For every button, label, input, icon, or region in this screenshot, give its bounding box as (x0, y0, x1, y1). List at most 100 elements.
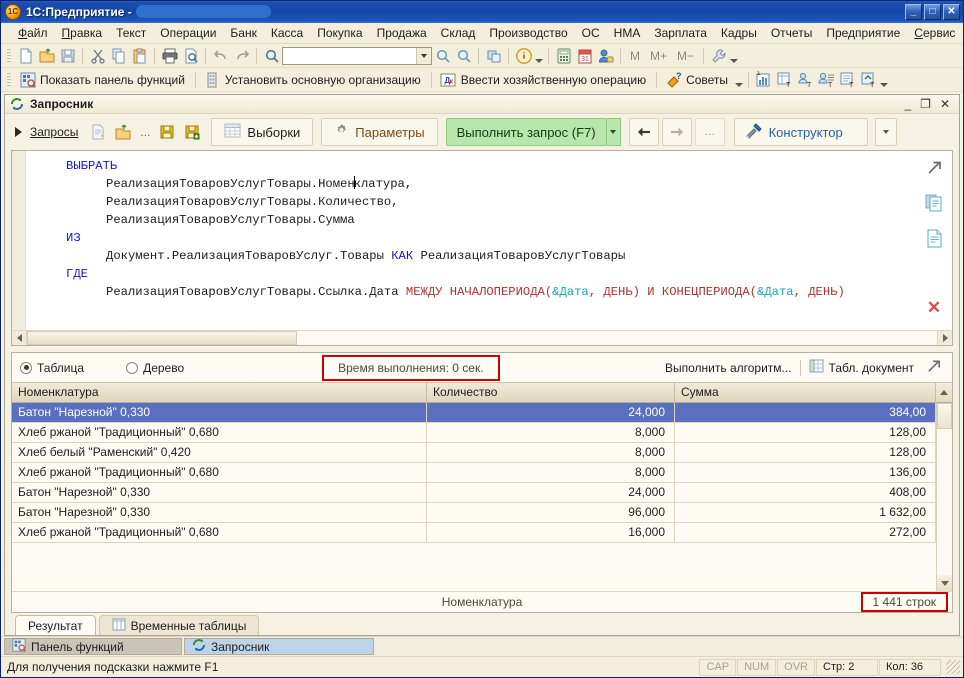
save-query-as-icon[interactable] (181, 120, 203, 144)
table-row[interactable]: Батон "Нарезной" 0,33024,000408,00 (12, 483, 936, 503)
cell-quantity[interactable]: 96,000 (427, 503, 675, 522)
table-row[interactable]: Хлеб ржаной "Традиционный" 0,68016,00027… (12, 523, 936, 543)
tips-dropdown-icon[interactable] (734, 70, 744, 90)
table-row[interactable]: Хлеб ржаной "Традиционный" 0,6808,000128… (12, 423, 936, 443)
menu-item-2[interactable]: Текст (109, 24, 153, 42)
child-restore-button[interactable]: ❐ (920, 98, 931, 110)
more-options-button[interactable]: … (695, 118, 725, 146)
enter-business-op-button[interactable]: Дк Ввести хозяйственную операцию (436, 70, 652, 90)
cell-sum[interactable]: 128,00 (675, 443, 936, 462)
find-next-icon[interactable] (432, 46, 453, 66)
secondary-toolbar-grip[interactable] (7, 72, 11, 87)
column-header-nomenclature[interactable]: Номенклатура (12, 383, 427, 402)
column-header-sum[interactable]: Сумма (675, 383, 936, 402)
search-dropdown-icon[interactable] (416, 48, 431, 64)
tab-result[interactable]: Результат (15, 615, 96, 635)
execute-query-button[interactable]: Выполнить запрос (F7) (446, 118, 607, 146)
cell-sum[interactable]: 136,00 (675, 463, 936, 482)
view-mode-table-radio[interactable]: Таблица (20, 361, 84, 375)
constructor-button[interactable]: Конструктор (734, 118, 868, 146)
memory-m-minus-button[interactable]: M− (672, 49, 699, 63)
constructor-dropdown-icon[interactable] (875, 118, 897, 146)
child-close-button[interactable]: ✕ (940, 98, 950, 110)
report-table-t-icon[interactable]: T (774, 70, 795, 90)
cell-nomenclature[interactable]: Батон "Нарезной" 0,330 (12, 483, 427, 502)
windows-cascade-icon[interactable] (483, 46, 504, 66)
cell-nomenclature[interactable]: Хлеб ржаной "Традиционный" 0,680 (12, 523, 427, 542)
undo-icon[interactable] (210, 46, 231, 66)
results-expand-arrow-icon[interactable] (922, 358, 944, 377)
open-query-icon[interactable] (112, 120, 134, 144)
expand-arrow-icon[interactable] (926, 159, 943, 179)
info-icon[interactable] (513, 46, 534, 66)
menu-item-8[interactable]: Склад (434, 24, 483, 42)
hscroll-thumb[interactable] (27, 331, 297, 345)
menu-item-7[interactable]: Продажа (370, 24, 434, 42)
cell-sum[interactable]: 128,00 (675, 423, 936, 442)
table-row[interactable]: Хлеб белый "Раменский" 0,4208,000128,00 (12, 443, 936, 463)
report-sum-icon[interactable]: Σ (753, 70, 774, 90)
toolbar-grip[interactable] (7, 48, 11, 63)
execute-query-dropdown-icon[interactable] (607, 118, 621, 146)
menu-item-11[interactable]: НМА (607, 24, 648, 42)
tips-button[interactable]: ? Советы (661, 70, 734, 90)
hscroll-track[interactable] (297, 331, 937, 345)
report-doc-t-icon[interactable]: T (837, 70, 858, 90)
cell-nomenclature[interactable]: Хлеб ржаной "Традиционный" 0,680 (12, 463, 427, 482)
column-header-quantity[interactable]: Количество (427, 383, 675, 402)
vscroll-down-button[interactable] (937, 575, 952, 591)
search-input[interactable] (282, 47, 432, 65)
menu-item-0[interactable]: Файл (11, 24, 55, 42)
query-code-text[interactable]: ВЫБРАТЬРеализацияТоваровУслугТовары.Номе… (26, 151, 916, 330)
print-preview-icon[interactable] (180, 46, 201, 66)
set-main-org-button[interactable]: Установить основную организацию (200, 70, 427, 90)
report-import-t-icon[interactable]: T (858, 70, 879, 90)
table-row[interactable]: Батон "Нарезной" 0,33096,0001 632,00 (12, 503, 936, 523)
parameters-button[interactable]: Параметры (321, 118, 437, 146)
open-folder-icon[interactable] (36, 46, 57, 66)
view-mode-tree-radio[interactable]: Дерево (126, 361, 184, 375)
queries-link[interactable]: Запросы (28, 125, 84, 139)
document-icon[interactable] (925, 229, 944, 251)
info-dropdown-icon[interactable] (534, 46, 544, 66)
menu-item-12[interactable]: Зарплата (647, 24, 714, 42)
minimize-button[interactable]: _ (905, 4, 922, 20)
menu-item-3[interactable]: Операции (153, 24, 223, 42)
cell-sum[interactable]: 408,00 (675, 483, 936, 502)
vscroll-thumb[interactable] (937, 403, 952, 429)
delete-red-x-icon[interactable]: ✕ (927, 299, 941, 316)
tools-dropdown-icon[interactable] (729, 46, 739, 66)
memory-m-plus-button[interactable]: M+ (645, 49, 672, 63)
taskbar-item-functions-panel[interactable]: Панель функций (4, 638, 182, 655)
menu-item-13[interactable]: Кадры (714, 24, 764, 42)
reports-dropdown-icon[interactable] (879, 70, 889, 90)
report-users-t-icon[interactable]: T (795, 70, 816, 90)
wrench-settings-icon[interactable] (708, 46, 729, 66)
print-icon[interactable] (159, 46, 180, 66)
menu-item-10[interactable]: ОС (575, 24, 607, 42)
hscroll-left-button[interactable] (12, 331, 27, 345)
cell-sum[interactable]: 272,00 (675, 523, 936, 542)
menu-item-5[interactable]: Касса (264, 24, 310, 42)
resize-grip[interactable] (946, 660, 960, 674)
new-document-icon[interactable] (15, 46, 36, 66)
table-row[interactable]: Хлеб ржаной "Традиционный" 0,6808,000136… (12, 463, 936, 483)
menu-item-14[interactable]: Отчеты (764, 24, 819, 42)
tab-temp-tables[interactable]: Временные таблицы (99, 615, 260, 635)
calendar-icon[interactable]: 31 (574, 46, 595, 66)
table-document-button[interactable]: Табл. документ (809, 359, 914, 376)
redo-icon[interactable] (231, 46, 252, 66)
table-row[interactable]: Батон "Нарезной" 0,33024,000384,00 (12, 403, 936, 423)
calculator-icon[interactable] (553, 46, 574, 66)
cell-quantity[interactable]: 8,000 (427, 463, 675, 482)
cell-nomenclature[interactable]: Батон "Нарезной" 0,330 (12, 503, 427, 522)
child-minimize-button[interactable]: _ (904, 98, 911, 110)
menu-item-4[interactable]: Банк (223, 24, 263, 42)
save-query-icon[interactable] (156, 120, 178, 144)
memory-m-button[interactable]: M (625, 49, 645, 63)
vscroll-track[interactable] (937, 429, 952, 575)
show-functions-panel-button[interactable]: Показать панель функций (15, 70, 191, 90)
menu-item-15[interactable]: Предприятие (819, 24, 907, 42)
grid-body[interactable]: Батон "Нарезной" 0,33024,000384,00Хлеб р… (12, 403, 936, 591)
cell-quantity[interactable]: 16,000 (427, 523, 675, 542)
